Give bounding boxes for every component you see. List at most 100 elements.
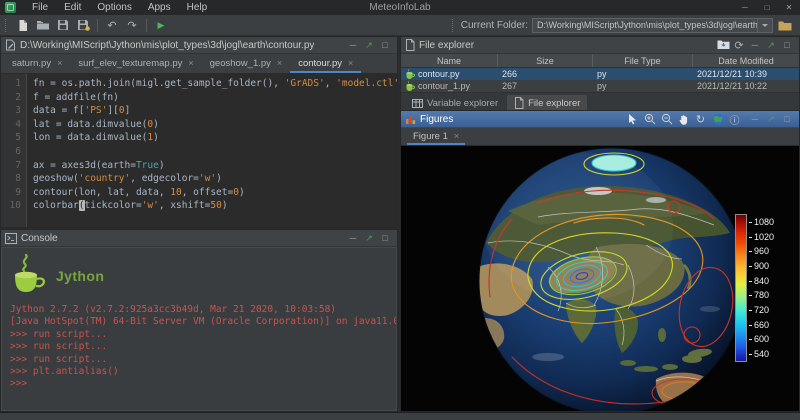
detach-button[interactable]: ↗ bbox=[763, 114, 779, 125]
code-line: 3data = f['PS'][0] bbox=[1, 104, 397, 118]
current-folder-combobox[interactable]: D:\Working\MIScript\Jython\mis\plot_type… bbox=[532, 18, 758, 33]
menu-apps[interactable]: Apps bbox=[140, 0, 179, 15]
minimize-button[interactable]: ─ bbox=[345, 233, 361, 243]
figure-tab-bar: Figure 1 × bbox=[401, 128, 799, 146]
line-number: 2 bbox=[1, 91, 26, 105]
console-line: >>> run script... bbox=[10, 329, 388, 341]
open-file-button[interactable] bbox=[34, 17, 52, 34]
maximize-button[interactable]: □ bbox=[756, 0, 778, 15]
code-text: contour(lon, lat, data, 10, offset=0) bbox=[26, 186, 245, 200]
code-token: 50 bbox=[210, 200, 221, 211]
colorbar-tick-label: 720 bbox=[749, 306, 774, 315]
maximize-button[interactable]: □ bbox=[377, 40, 393, 50]
table-row[interactable]: contour_1.py267py2021/12/21 10:22 bbox=[401, 80, 799, 92]
menu-edit[interactable]: Edit bbox=[56, 0, 89, 15]
code-token: f = addfile(fn) bbox=[33, 92, 119, 103]
column-header-name[interactable]: Name bbox=[401, 54, 498, 67]
code-token: lat = data.dimvalue( bbox=[33, 119, 147, 130]
info-button[interactable]: ⓘ bbox=[726, 112, 743, 126]
console-lines: Jython 2.7.2 (v2.7.2:925a3cc3b49d, Mar 2… bbox=[10, 304, 388, 391]
line-number: 9 bbox=[1, 186, 26, 200]
console-output[interactable]: Jython Jython 2.7.2 (v2.7.2:925a3cc3b49d… bbox=[2, 248, 396, 410]
save-button[interactable] bbox=[54, 17, 72, 34]
file-explorer-panel: File explorer ⟳─↗□ NameSizeFile TypeDate… bbox=[400, 36, 800, 109]
menu-file[interactable]: File bbox=[24, 0, 56, 15]
detach-button[interactable]: ↗ bbox=[361, 233, 377, 244]
zoom-out-button[interactable] bbox=[658, 112, 675, 126]
detach-button[interactable]: ↗ bbox=[763, 40, 779, 51]
console-panel: Console ─↗□ Jython Jython 2.7.2 (v2.7.2:… bbox=[0, 229, 398, 412]
rotate-button[interactable]: ↻ bbox=[692, 112, 709, 126]
redo-button[interactable]: ↷ bbox=[123, 17, 141, 34]
column-header-file-type[interactable]: File Type bbox=[593, 54, 693, 67]
editor-file-path: D:\Working\MIScript\Jython\mis\plot_type… bbox=[20, 40, 314, 51]
maximize-button[interactable]: □ bbox=[377, 233, 393, 243]
close-icon[interactable]: × bbox=[348, 58, 353, 68]
tab-label: geoshow_1.py bbox=[210, 58, 271, 69]
code-line: 6 bbox=[1, 145, 397, 159]
code-line: 1fn = os.path.join(migl.get_sample_folde… bbox=[1, 77, 397, 91]
close-button[interactable]: ✕ bbox=[778, 0, 800, 15]
tab-variable-explorer[interactable]: Variable explorer bbox=[405, 95, 505, 111]
console-line: >>> run script... bbox=[10, 354, 388, 366]
pan-button[interactable] bbox=[675, 112, 692, 126]
undo-button[interactable]: ↶ bbox=[103, 17, 121, 34]
file-name: contour_1.py bbox=[418, 81, 470, 91]
variable-grid-icon bbox=[412, 99, 423, 108]
file-name: contour.py bbox=[418, 69, 460, 79]
tab-surf_elev_texturemap.py[interactable]: surf_elev_texturemap.py× bbox=[70, 55, 201, 73]
run-button[interactable]: ▶ bbox=[152, 17, 170, 34]
code-token: 'country' bbox=[79, 173, 130, 184]
console-title: Console bbox=[21, 233, 58, 244]
tab-contour.py[interactable]: contour.py× bbox=[290, 55, 361, 73]
close-icon[interactable]: × bbox=[57, 58, 62, 68]
close-icon[interactable]: × bbox=[277, 58, 282, 68]
column-header-size[interactable]: Size bbox=[498, 54, 593, 67]
maximize-button[interactable]: □ bbox=[779, 40, 795, 50]
minimize-button[interactable]: ─ bbox=[734, 0, 756, 15]
console-panel-buttons: ─↗□ bbox=[345, 233, 393, 244]
globe-button[interactable] bbox=[709, 112, 726, 126]
detach-button[interactable]: ↗ bbox=[361, 40, 377, 51]
figures-title: Figures bbox=[420, 114, 453, 125]
file-page-icon bbox=[514, 97, 524, 109]
code-editor[interactable]: 1fn = os.path.join(migl.get_sample_folde… bbox=[1, 74, 397, 227]
code-text bbox=[26, 145, 33, 159]
minimize-button[interactable]: ─ bbox=[747, 114, 763, 124]
table-row[interactable]: contour.py266py2021/12/21 10:39 bbox=[401, 68, 799, 80]
code-token: lon = data.dimvalue( bbox=[33, 132, 147, 143]
refresh-button[interactable]: ⟳ bbox=[731, 39, 747, 52]
figures-title-bar: Figures ↻ ⓘ ─↗□ bbox=[401, 111, 799, 128]
figure-canvas[interactable]: 10801020960900840780720660600540 bbox=[401, 146, 799, 411]
menu-options[interactable]: Options bbox=[89, 0, 139, 15]
figure-1-tab[interactable]: Figure 1 × bbox=[407, 129, 465, 145]
current-folder-label: Current Folder: bbox=[461, 20, 528, 31]
toolbar-separator bbox=[146, 19, 147, 32]
maximize-button[interactable]: □ bbox=[779, 114, 795, 124]
new-file-button[interactable] bbox=[14, 17, 32, 34]
file-modified-cell: 2021/12/21 10:39 bbox=[693, 69, 799, 79]
code-text: f = addfile(fn) bbox=[26, 91, 119, 105]
minimize-button[interactable]: ─ bbox=[747, 40, 763, 50]
code-line: 5lon = data.dimvalue(1) bbox=[1, 131, 397, 145]
close-icon[interactable]: × bbox=[188, 58, 193, 68]
line-number: 4 bbox=[1, 118, 26, 132]
jython-logo: Jython bbox=[10, 252, 388, 300]
browse-folder-button[interactable] bbox=[778, 20, 792, 31]
tab-file-explorer[interactable]: File explorer bbox=[507, 95, 587, 111]
close-icon[interactable]: × bbox=[454, 131, 459, 141]
combobox-dropdown-arrow[interactable] bbox=[758, 18, 773, 33]
tab-geoshow_1.py[interactable]: geoshow_1.py × bbox=[202, 55, 291, 73]
tab-saturn.py[interactable]: saturn.py× bbox=[4, 55, 70, 73]
code-text: lon = data.dimvalue(1) bbox=[26, 131, 159, 145]
minimize-button[interactable]: ─ bbox=[345, 40, 361, 50]
code-text: geoshow('country', edgecolor='w') bbox=[26, 172, 222, 186]
column-header-date-modified[interactable]: Date Modified bbox=[693, 54, 799, 67]
edit-file-icon bbox=[5, 39, 16, 51]
cursor-button[interactable] bbox=[624, 112, 641, 126]
import-folder-button[interactable] bbox=[715, 39, 731, 52]
menu-help[interactable]: Help bbox=[179, 0, 216, 15]
code-token: colorbar bbox=[33, 200, 79, 211]
zoom-in-button[interactable] bbox=[641, 112, 658, 126]
save-as-button[interactable] bbox=[74, 17, 92, 34]
